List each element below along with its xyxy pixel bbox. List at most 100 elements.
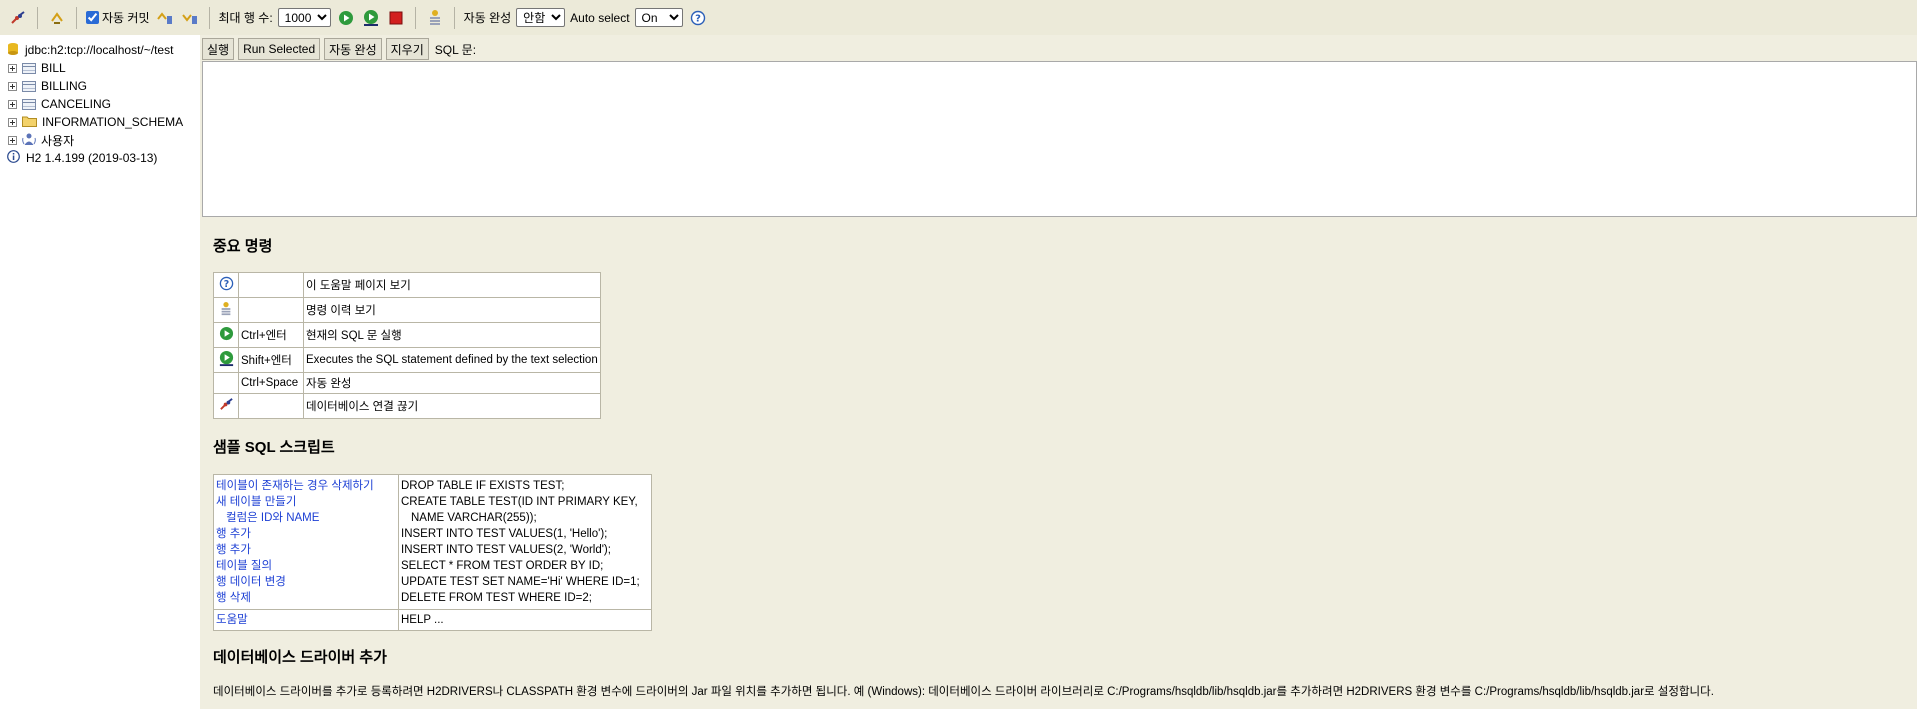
command-key xyxy=(238,297,304,323)
toolbar-separator xyxy=(76,6,77,29)
sql-toolbar: 실행 Run Selected 자동 완성 지우기 SQL 문: xyxy=(202,38,476,60)
disconnect-icon xyxy=(219,398,233,410)
max-rows-select[interactable]: 1000 xyxy=(277,8,331,27)
run-icon[interactable] xyxy=(336,8,356,28)
tree-connection[interactable]: jdbc:h2:tcp://localhost/~/test xyxy=(0,41,200,59)
sample-sql-line: INSERT INTO TEST VALUES(2, 'World'); xyxy=(401,544,611,556)
stop-icon[interactable] xyxy=(386,8,406,28)
run-icon xyxy=(219,326,233,341)
command-key: Ctrl+엔터 xyxy=(238,322,304,348)
tree-item-bill[interactable]: BILL xyxy=(0,59,200,77)
autocommit-input[interactable] xyxy=(86,11,99,24)
command-icon-cell xyxy=(213,322,239,348)
command-key: Shift+엔터 xyxy=(238,347,304,373)
command-row: Ctrl+Space 자동 완성 xyxy=(213,372,601,394)
disconnect-icon[interactable] xyxy=(8,8,28,28)
expand-icon[interactable] xyxy=(8,63,17,73)
sample-row: 도움말 HELP ... xyxy=(213,609,652,631)
connection-url: jdbc:h2:tcp://localhost/~/test xyxy=(25,43,174,57)
tree-item-label: INFORMATION_SCHEMA xyxy=(42,115,184,129)
autocommit-label: 자동 커밋 xyxy=(102,11,150,25)
autocomplete-select[interactable]: 안함 xyxy=(516,8,566,27)
expand-icon[interactable] xyxy=(8,117,17,127)
sample-links-cell: 테이블이 존재하는 경우 삭제하기 새 테이블 만들기 컬럼은 ID와 NAME… xyxy=(213,474,399,610)
sample-sql-table: 테이블이 존재하는 경우 삭제하기 새 테이블 만들기 컬럼은 ID와 NAME… xyxy=(213,474,652,631)
command-row: Ctrl+엔터 현재의 SQL 문 실행 xyxy=(213,322,601,348)
tree-version: H2 1.4.199 (2019-03-13) xyxy=(0,149,200,167)
command-desc: 명령 이력 보기 xyxy=(303,297,601,323)
tree-item-users[interactable]: 사용자 xyxy=(0,131,200,149)
autocomplete-button[interactable]: 자동 완성 xyxy=(324,38,382,60)
max-rows-label: 최대 행 수: xyxy=(218,11,273,25)
sample-sql-cell: DROP TABLE IF EXISTS TEST; CREATE TABLE … xyxy=(398,474,652,610)
history-icon xyxy=(221,301,231,315)
sample-link-insert-2[interactable]: 행 추가 xyxy=(216,542,396,558)
command-icon-cell xyxy=(213,347,239,373)
sql-statement-label: SQL 문: xyxy=(434,42,477,57)
command-key: Ctrl+Space xyxy=(238,372,304,394)
toolbar-separator xyxy=(414,6,416,29)
run-button[interactable]: 실행 xyxy=(202,38,235,60)
clear-button[interactable]: 지우기 xyxy=(385,38,429,60)
sample-link-delete[interactable]: 행 삭제 xyxy=(216,590,396,606)
tree-item-label: CANCELING xyxy=(41,97,112,111)
sample-sql-line: UPDATE TEST SET NAME='Hi' WHERE ID=1; xyxy=(401,576,640,588)
important-commands-title: 중요 명령 xyxy=(213,238,273,255)
toolbar-separator xyxy=(453,6,455,29)
rollback-icon[interactable] xyxy=(155,8,175,28)
toolbar: 자동 커밋 최대 행 수: 1000 자동 완성 안함 Auto select … xyxy=(0,0,1917,35)
sample-link-help[interactable]: 도움말 xyxy=(216,612,396,628)
commands-table: ? 이 도움말 페이지 보기 명령 이력 보기 Ctrl+엔터 현재의 SQL … xyxy=(213,272,601,419)
tree-item-information-schema[interactable]: INFORMATION_SCHEMA xyxy=(0,113,200,131)
command-desc: 자동 완성 xyxy=(303,372,601,394)
sample-link-drop[interactable]: 테이블이 존재하는 경우 삭제하기 xyxy=(216,478,396,494)
run-selected-icon[interactable] xyxy=(361,8,381,28)
sql-input[interactable] xyxy=(202,61,1917,217)
expand-icon[interactable] xyxy=(8,81,17,91)
sample-sql-title: 샘플 SQL 스크립트 xyxy=(213,439,335,456)
sample-sql-line: NAME VARCHAR(255)); xyxy=(411,512,537,524)
command-icon-cell xyxy=(213,372,239,394)
sample-sql-line: DROP TABLE IF EXISTS TEST; xyxy=(401,480,565,492)
table-icon xyxy=(22,98,36,110)
tree-item-label: 사용자 xyxy=(41,133,75,148)
tree-item-label: BILLING xyxy=(41,79,88,93)
sample-link-select[interactable]: 테이블 질의 xyxy=(216,558,396,574)
command-row: 명령 이력 보기 xyxy=(213,297,601,323)
sample-sql-line: DELETE FROM TEST WHERE ID=2; xyxy=(401,592,592,604)
autoselect-select[interactable]: On xyxy=(634,8,683,27)
autocommit-checkbox[interactable]: 자동 커밋 xyxy=(86,9,150,26)
svg-text:?: ? xyxy=(695,13,701,24)
sample-link-create[interactable]: 새 테이블 만들기 xyxy=(216,494,396,510)
sample-row: 테이블이 존재하는 경우 삭제하기 새 테이블 만들기 컬럼은 ID와 NAME… xyxy=(213,474,652,610)
command-icon-cell xyxy=(213,393,239,419)
command-desc: 데이터베이스 연결 끊기 xyxy=(303,393,601,419)
history-icon[interactable] xyxy=(425,8,445,28)
version-label: H2 1.4.199 (2019-03-13) xyxy=(26,151,158,165)
sample-link-update[interactable]: 행 데이터 변경 xyxy=(216,574,396,590)
help-icon[interactable]: ? xyxy=(688,8,708,28)
run-selected-button[interactable]: Run Selected xyxy=(238,38,321,60)
sample-links-cell: 도움말 xyxy=(213,609,399,631)
table-icon xyxy=(22,62,36,74)
sample-sql-line: HELP ... xyxy=(398,609,652,631)
expand-icon[interactable] xyxy=(8,99,17,109)
sample-sql-line: SELECT * FROM TEST ORDER BY ID; xyxy=(401,560,604,572)
expand-icon[interactable] xyxy=(8,135,17,145)
command-desc: 현재의 SQL 문 실행 xyxy=(303,322,601,348)
toolbar-separator xyxy=(208,6,210,29)
command-row: 데이터베이스 연결 끊기 xyxy=(213,393,601,419)
sample-link-insert-1[interactable]: 행 추가 xyxy=(216,526,396,542)
table-icon xyxy=(22,80,36,92)
command-row: Shift+엔터 Executes the SQL statement defi… xyxy=(213,347,601,373)
command-key xyxy=(238,393,304,419)
users-icon xyxy=(22,132,36,149)
sample-link-columns[interactable]: 컬럼은 ID와 NAME xyxy=(216,510,396,526)
command-key xyxy=(238,272,304,298)
run-selected-icon xyxy=(219,350,233,367)
tree-item-billing[interactable]: BILLING xyxy=(0,77,200,95)
commit-icon[interactable] xyxy=(180,8,200,28)
refresh-icon[interactable] xyxy=(47,8,67,28)
tree-item-canceling[interactable]: CANCELING xyxy=(0,95,200,113)
sample-sql-line: CREATE TABLE TEST(ID INT PRIMARY KEY, xyxy=(401,496,638,508)
